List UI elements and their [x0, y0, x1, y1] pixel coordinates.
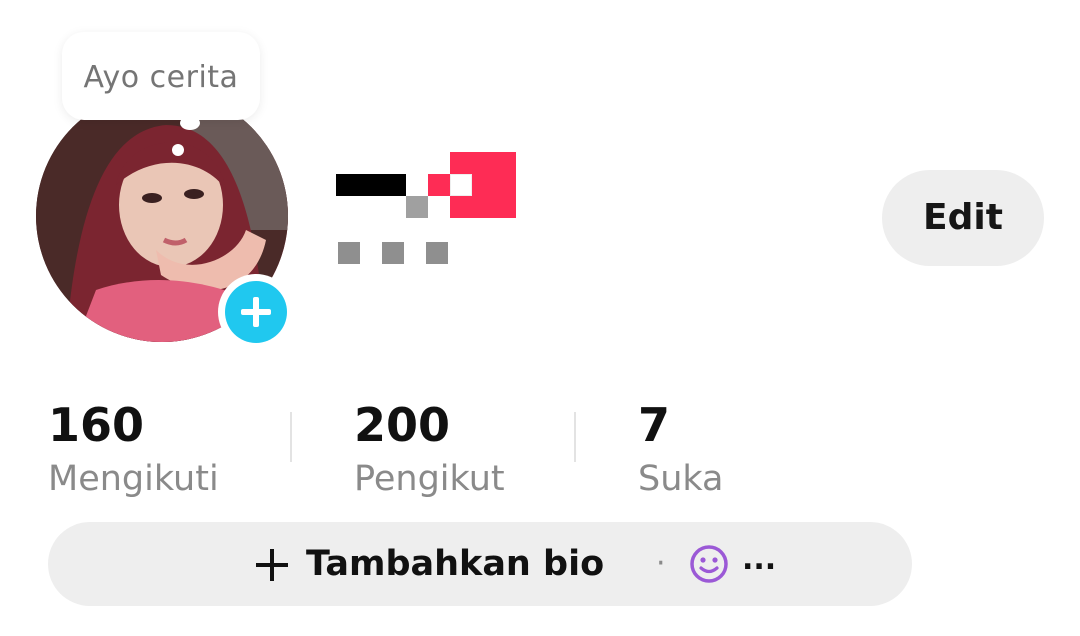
stat-followers[interactable]: 200 Pengikut [354, 398, 505, 502]
tooltip-tail [180, 116, 200, 130]
stat-divider [290, 412, 292, 462]
add-bio-label: Tambahkan bio [306, 544, 605, 584]
following-label: Mengikuti [48, 459, 219, 499]
likes-label: Suka [638, 459, 724, 499]
stat-following[interactable]: 160 Mengikuti [48, 398, 219, 502]
likes-count: 7 [638, 398, 671, 452]
profile-header: Ayo cerita Edit 160 Mengikuti 200 Pengik… [0, 0, 1080, 636]
stat-divider [574, 412, 576, 462]
following-count: 160 [48, 398, 145, 452]
story-tooltip[interactable]: Ayo cerita [62, 32, 260, 120]
more-options[interactable]: ... [742, 538, 776, 582]
story-tooltip-text: Ayo cerita [83, 60, 239, 95]
followers-count: 200 [354, 398, 451, 452]
add-bio-button[interactable]: Tambahkan bio · ... [48, 522, 912, 606]
smiley-icon[interactable] [689, 544, 729, 584]
plus-icon [256, 548, 290, 582]
plus-icon [225, 281, 287, 343]
bio-separator: · [656, 546, 666, 581]
stat-likes[interactable]: 7 Suka [638, 398, 724, 502]
add-story-button[interactable] [218, 274, 294, 350]
tooltip-tail-dot [172, 144, 184, 156]
edit-profile-button[interactable]: Edit [882, 170, 1044, 266]
followers-label: Pengikut [354, 459, 505, 499]
